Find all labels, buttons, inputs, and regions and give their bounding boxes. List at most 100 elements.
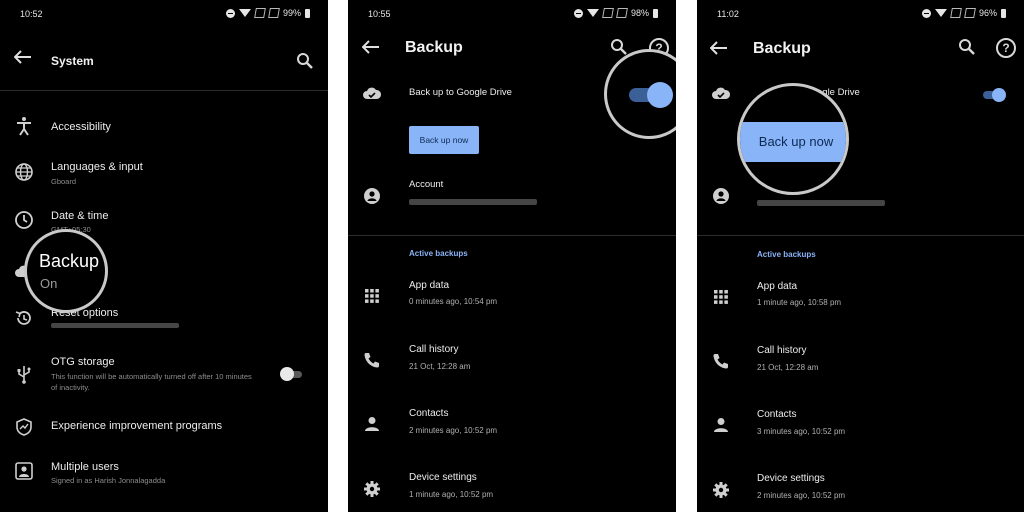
system-settings-screen: 10:52 99% System Accessibility Languages… — [0, 0, 328, 512]
status-time: 10:52 — [20, 9, 43, 19]
no-signal-icon — [602, 8, 614, 18]
status-time: 11:02 — [717, 9, 739, 19]
phone-icon — [711, 351, 731, 371]
backup-screen-running: 11:02 96% Backup ? ogle Drive Active bac… — [697, 0, 1024, 512]
search-icon[interactable] — [610, 38, 628, 56]
dnd-icon — [573, 8, 583, 18]
blurred-account-email — [757, 200, 885, 206]
item-subtitle: Gboard — [51, 177, 77, 186]
backup-to-drive-toggle[interactable] — [982, 88, 1006, 102]
wifi-icon — [238, 9, 251, 17]
backup-item-call-history: Call history 21 Oct, 12:28 am — [697, 343, 1024, 375]
item-subtitle: 1 minute ago, 10:52 pm — [409, 490, 494, 499]
search-icon[interactable] — [296, 52, 314, 70]
help-icon[interactable]: ? — [996, 38, 1016, 58]
person-icon — [711, 415, 731, 435]
settings-item-accessibility[interactable]: Accessibility — [0, 114, 328, 140]
dnd-icon — [921, 8, 931, 18]
blurred-account-email — [409, 199, 537, 205]
status-time: 10:55 — [368, 9, 391, 19]
item-label: Call history — [409, 344, 459, 355]
account-row[interactable]: Account — [348, 177, 676, 217]
item-label: Device settings — [409, 472, 477, 483]
item-label: Experience improvement programs — [51, 420, 223, 432]
magnified-backup-label: Backup — [39, 251, 100, 271]
no-signal-icon — [616, 8, 628, 18]
backup-item-device-settings: Device settings 2 minutes ago, 10:52 pm — [697, 471, 1024, 503]
status-bar: 11:02 96% — [697, 7, 1024, 23]
dnd-icon — [225, 8, 235, 18]
cloud-done-icon — [711, 84, 731, 104]
backup-screen: 10:55 98% Backup ? Back up to Google Dri… — [348, 0, 676, 512]
divider — [348, 235, 676, 236]
backup-item-device-settings: Device settings 1 minute ago, 10:52 pm — [348, 470, 676, 502]
item-label: Multiple users — [51, 461, 119, 473]
back-up-now-button[interactable]: Back up now — [409, 126, 479, 154]
battery-icon — [653, 8, 658, 18]
back-arrow-icon[interactable] — [362, 40, 380, 54]
blurred-subtitle — [51, 323, 179, 328]
accessibility-icon — [14, 116, 34, 136]
settings-item-languages[interactable]: Languages & input Gboard — [0, 158, 328, 188]
item-label: Languages & input — [51, 161, 143, 173]
status-bar: 10:52 99% — [0, 7, 328, 23]
shield-icon — [14, 417, 34, 437]
backup-to-drive-label: Back up to Google Drive — [409, 87, 512, 98]
usb-icon — [14, 364, 34, 384]
app-bar: System — [0, 38, 328, 78]
item-label: Accessibility — [51, 121, 111, 133]
item-subtitle: 1 minute ago, 10:58 pm — [757, 298, 842, 307]
restore-icon — [14, 308, 34, 328]
item-subtitle: 3 minutes ago, 10:52 pm — [757, 427, 846, 436]
item-label: OTG storage — [51, 356, 115, 368]
clock-icon — [14, 210, 34, 230]
person-icon — [362, 414, 382, 434]
magnifier-highlight: Back up now — [737, 83, 849, 195]
account-row[interactable] — [697, 178, 1024, 218]
search-icon[interactable] — [958, 38, 976, 56]
settings-item-otg-storage[interactable]: OTG storage This function will be automa… — [0, 354, 328, 396]
backup-item-call-history: Call history 21 Oct, 12:28 am — [348, 342, 676, 374]
battery-icon — [305, 8, 310, 18]
item-subtitle: 0 minutes ago, 10:54 pm — [409, 297, 498, 306]
cloud-done-icon — [362, 84, 382, 104]
battery-percent: 99% — [282, 8, 301, 18]
no-signal-icon — [268, 8, 280, 18]
page-title: System — [51, 54, 94, 68]
item-subtitle: 21 Oct, 12:28 am — [757, 363, 819, 372]
app-bar: Backup ? — [697, 38, 1024, 78]
globe-icon — [14, 162, 34, 182]
backup-item-app-data: App data 0 minutes ago, 10:54 pm — [348, 278, 676, 310]
backup-item-contacts: Contacts 3 minutes ago, 10:52 pm — [697, 407, 1024, 439]
item-subtitle: Signed in as Harish Jonnalagadda — [51, 476, 166, 485]
item-label: Contacts — [757, 409, 797, 420]
users-icon — [14, 461, 34, 481]
settings-item-experience-improvement[interactable]: Experience improvement programs — [0, 416, 328, 440]
settings-item-multiple-users[interactable]: Multiple users Signed in as Harish Jonna… — [0, 458, 328, 488]
apps-grid-icon — [711, 287, 731, 307]
divider — [0, 90, 328, 91]
wifi-icon — [586, 9, 599, 17]
item-subtitle: 2 minutes ago, 10:52 pm — [409, 426, 498, 435]
backup-to-drive-toggle[interactable] — [627, 82, 673, 108]
item-label: Call history — [757, 345, 807, 356]
item-label: Date & time — [51, 210, 109, 222]
divider — [697, 235, 1024, 236]
account-label: Account — [409, 179, 444, 190]
item-subtitle: 21 Oct, 12:28 am — [409, 362, 471, 371]
battery-icon — [1001, 8, 1006, 18]
no-signal-icon — [964, 8, 976, 18]
settings-item-reset-options[interactable]: Reset options — [0, 306, 328, 336]
no-signal-icon — [254, 8, 266, 18]
active-backups-header: Active backups — [409, 249, 468, 258]
account-circle-icon — [711, 186, 731, 206]
status-bar: 10:55 98% — [348, 7, 676, 23]
otg-storage-toggle[interactable] — [280, 367, 304, 381]
item-label: Contacts — [409, 408, 449, 419]
no-signal-icon — [950, 8, 962, 18]
backup-to-drive-row[interactable]: ogle Drive — [697, 84, 1024, 108]
back-arrow-icon[interactable] — [14, 50, 32, 64]
back-up-now-button[interactable]: Back up now — [740, 122, 846, 162]
wifi-icon — [934, 9, 947, 17]
back-arrow-icon[interactable] — [710, 41, 728, 55]
